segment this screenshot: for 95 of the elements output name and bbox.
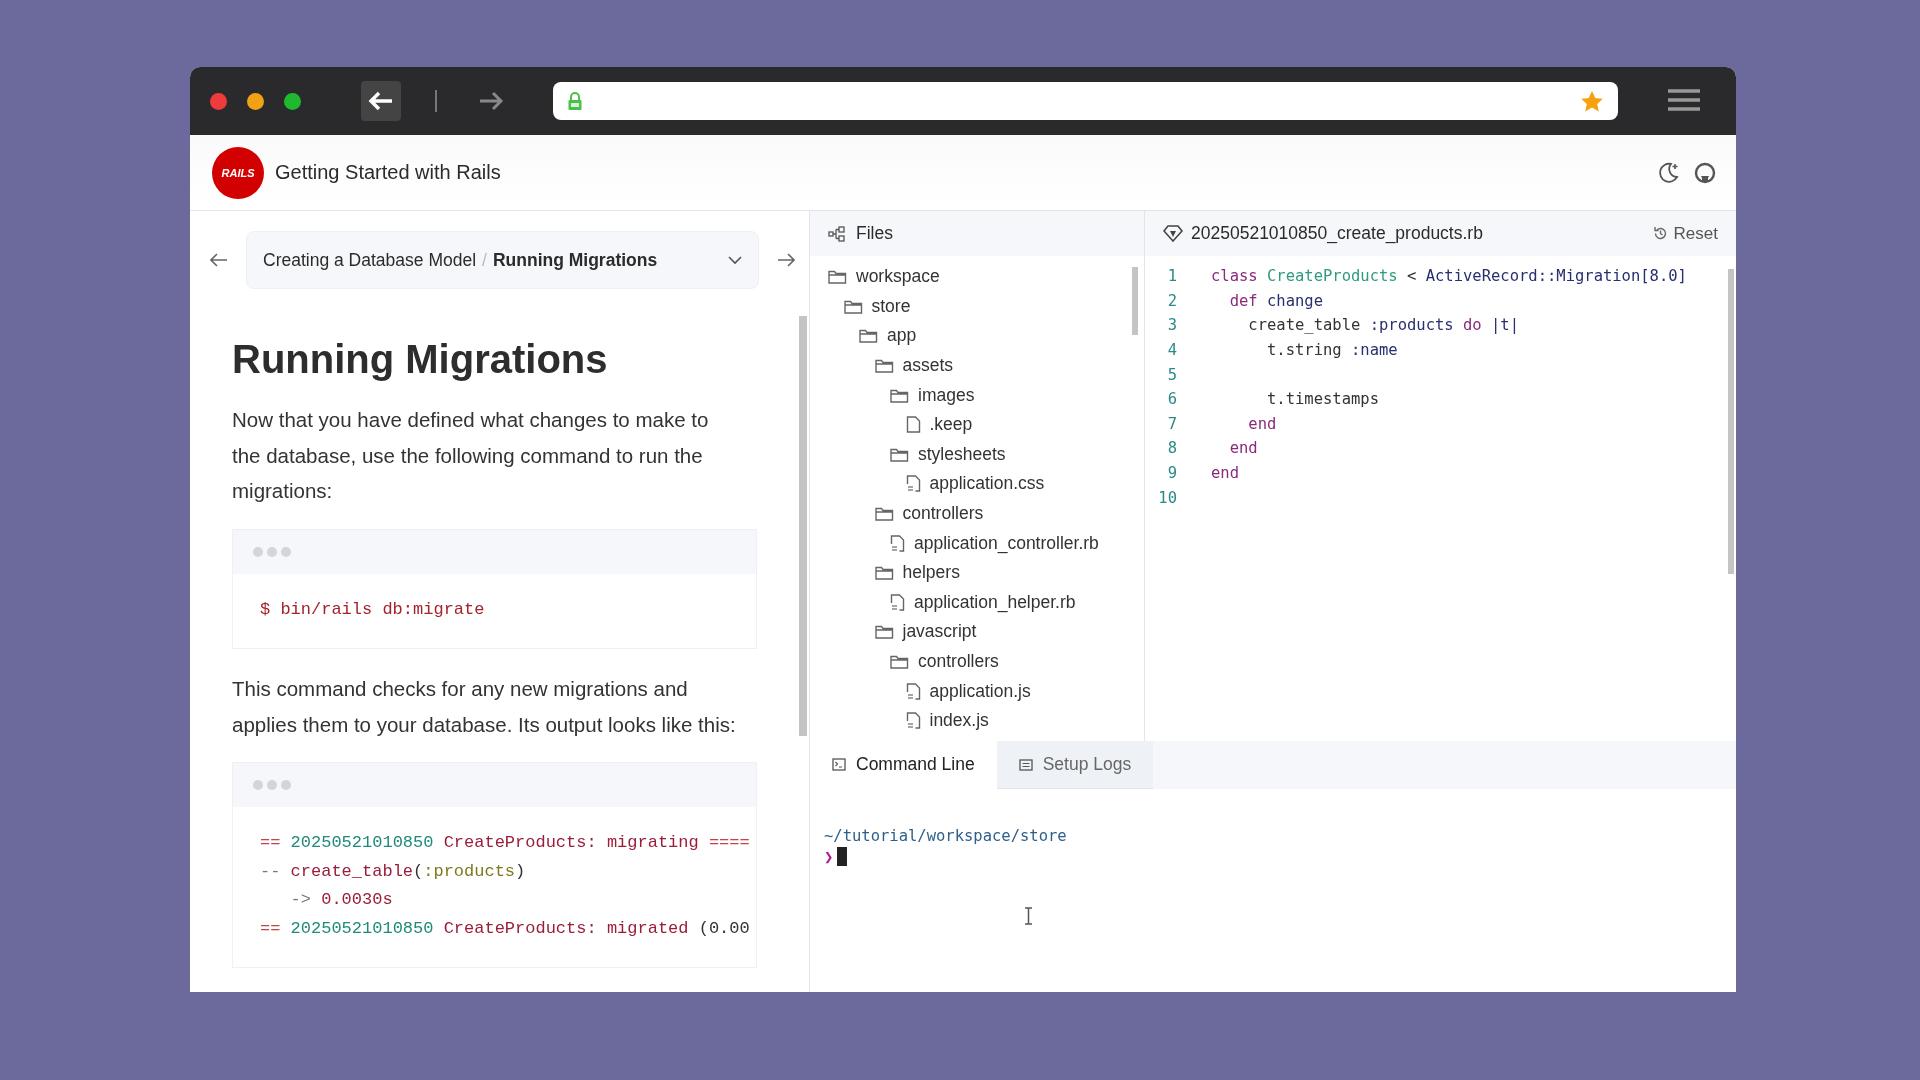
code-line: end [1247, 414, 1277, 433]
close-window-button[interactable] [210, 92, 227, 110]
line-number: 5 [1166, 365, 1178, 384]
line-number: 7 [1166, 414, 1178, 433]
code-line: t.string :name [1266, 341, 1398, 360]
code-line: end [1211, 464, 1239, 483]
chevron-down-icon[interactable] [728, 255, 742, 265]
code-line: end [1228, 439, 1258, 458]
tree-item[interactable]: javascript [828, 617, 1144, 647]
tree-item[interactable]: helpers [828, 557, 1144, 588]
code-file-icon [905, 682, 921, 700]
panel-tab[interactable]: Command Line [810, 741, 997, 789]
scrollbar[interactable] [799, 316, 807, 736]
site-title: Getting Started with Rails [275, 161, 502, 184]
folder-icon [874, 358, 894, 374]
folder-icon [843, 298, 863, 314]
line-number: 2 [1166, 291, 1178, 310]
lock-icon [567, 91, 583, 111]
file-icon [905, 416, 921, 434]
folder-icon [859, 328, 878, 344]
tree-item[interactable]: workspace [828, 262, 1144, 292]
page-heading: Running Migrations [232, 337, 609, 382]
code-line: -- create_table(:products) [260, 860, 527, 883]
tree-item[interactable]: application_controller.rb [828, 528, 1144, 558]
back-button[interactable] [361, 81, 401, 121]
tree-item[interactable]: assets [828, 350, 1144, 381]
history-icon [1652, 226, 1668, 241]
mouse-cursor-icon [1024, 907, 1033, 925]
code-line: create_table :products do |t| [1247, 316, 1519, 335]
panel-tab[interactable]: Setup Logs [996, 741, 1154, 789]
code-file-icon [905, 712, 921, 730]
reset-button[interactable]: Reset [1652, 223, 1718, 244]
breadcrumb-separator: / [482, 249, 487, 271]
code-file-icon [890, 534, 905, 552]
code-line: == 20250521010850 CreateProducts: migrated (0.00 [260, 917, 751, 940]
file-name: 20250521010850_create_products.rb [1191, 223, 1483, 244]
terminal-icon [832, 758, 846, 771]
breadcrumb-current: Running Migrations [492, 249, 659, 271]
folder-icon [890, 387, 909, 403]
folder-icon [890, 446, 909, 462]
arrow-left-icon [368, 91, 394, 111]
paragraph: This command checks for any new migrations and applies them to your database. Its output looks like this: [232, 676, 737, 738]
line-number: 8 [1166, 439, 1178, 458]
tree-item[interactable]: store [828, 291, 1144, 322]
line-number: 10 [1157, 488, 1178, 507]
code-line: == 20250521010850 CreateProducts: migrating ==== [260, 832, 751, 854]
code-line: -> 0.0030s [289, 889, 394, 911]
breadcrumb-bar[interactable]: Creating a Database Model / Running Migrations [246, 231, 759, 289]
terminal-path: ~/tutorial/workspace/store [824, 827, 1068, 845]
maximize-window-button[interactable] [284, 92, 301, 110]
previous-arrow-icon[interactable] [210, 253, 228, 267]
code-line: t.timestamps [1266, 390, 1379, 409]
prompt-symbol: ❯ [824, 847, 834, 866]
tree-item[interactable]: application.js [828, 676, 1144, 706]
paragraph: Now that you have defined what changes to make to the database, use the following command to run the migrations: [232, 407, 710, 504]
next-arrow-icon[interactable] [777, 253, 795, 267]
code-line: def change [1228, 291, 1323, 310]
window-dots-icon [253, 780, 291, 790]
scrollbar[interactable] [1728, 269, 1734, 574]
folder-icon [890, 654, 909, 669]
tree-item[interactable]: application.css [828, 469, 1144, 499]
scrollbar[interactable] [1132, 267, 1138, 335]
tree-item[interactable]: controllers [828, 498, 1144, 529]
line-number: 1 [1166, 267, 1178, 286]
folder-icon [874, 624, 894, 640]
tree-item[interactable]: .keep [828, 409, 1144, 440]
star-icon[interactable] [1580, 89, 1604, 113]
rails-logo[interactable]: RAILS [212, 146, 264, 199]
gem-icon [1163, 225, 1183, 242]
tree-item[interactable]: index.js [828, 705, 1144, 736]
code-file-icon [890, 593, 905, 611]
tree-item[interactable]: images [828, 380, 1144, 410]
line-number: 4 [1166, 341, 1178, 360]
folder-icon [828, 269, 847, 285]
line-number: 6 [1166, 390, 1178, 409]
line-number: 9 [1166, 464, 1178, 483]
arrow-right-icon [478, 91, 504, 111]
window-dots-icon [253, 546, 291, 557]
tree-item[interactable]: application_helper.rb [828, 587, 1144, 618]
breadcrumb-link[interactable]: Creating a Database Model [263, 249, 477, 271]
folder-icon [874, 506, 894, 522]
theme-toggle-icon[interactable] [1656, 160, 1680, 185]
tree-item[interactable]: stylesheets [828, 439, 1144, 470]
code-line: class CreateProducts < ActiveRecord::Migration[8.0] [1211, 267, 1687, 286]
tree-item[interactable]: app [828, 321, 1144, 351]
code-line: $ bin/rails db:migrate [260, 598, 486, 621]
file-tree-icon [828, 225, 846, 242]
code-file-icon [905, 475, 921, 493]
panel-title: Files [856, 223, 893, 244]
tree-item[interactable]: controllers [828, 646, 1144, 677]
line-number: 3 [1166, 316, 1178, 335]
folder-icon [874, 565, 894, 581]
text-cursor [837, 847, 848, 866]
minimize-window-button[interactable] [247, 92, 264, 110]
log-icon [1018, 758, 1033, 771]
